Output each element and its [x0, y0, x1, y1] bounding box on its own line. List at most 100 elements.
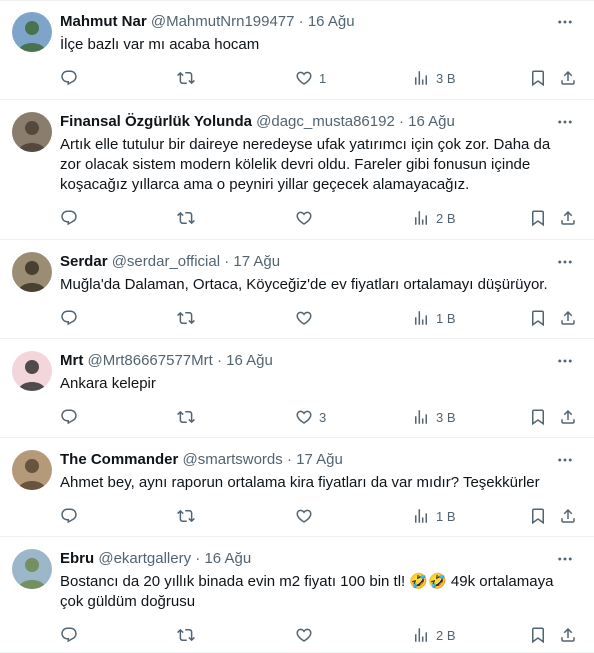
tweet-header: Finansal Özgürlük Yolunda @dagc_musta861… [60, 112, 554, 132]
views-icon [412, 209, 430, 227]
timestamp[interactable]: 17 Ağu [233, 253, 280, 270]
avatar[interactable] [12, 549, 52, 589]
author-handle[interactable]: @MahmutNrn199477 [151, 13, 295, 30]
tweet-header: Mrt @Mrt86667577Mrt · 16 Ağu [60, 351, 554, 371]
retweet-button[interactable] [177, 624, 195, 646]
reply-tweet[interactable]: Ebru @ekartgallery · 16 Ağu Bostancı da 2… [0, 537, 594, 653]
author-name[interactable]: Mrt [60, 352, 83, 369]
author-name[interactable]: Ebru [60, 550, 94, 567]
more-icon[interactable] [556, 550, 576, 570]
avatar[interactable] [12, 351, 52, 391]
timestamp[interactable]: 16 Ağu [226, 352, 273, 369]
like-button[interactable]: 1 [295, 67, 326, 89]
like-button[interactable]: 3 [295, 406, 326, 428]
views-icon [412, 507, 430, 525]
reply-button[interactable] [60, 624, 78, 646]
author-name[interactable]: The Commander [60, 451, 178, 468]
views-count: 3 B [436, 70, 456, 86]
bookmark-button[interactable] [529, 207, 547, 229]
views-button[interactable]: 2 B [412, 624, 456, 646]
reply-button[interactable] [60, 307, 78, 329]
bookmark-button[interactable] [529, 624, 547, 646]
reply-icon [60, 626, 78, 644]
reply-button[interactable] [60, 67, 78, 89]
views-button[interactable]: 3 B [412, 406, 456, 428]
more-icon[interactable] [556, 451, 576, 471]
reply-icon [60, 69, 78, 87]
timestamp[interactable]: 16 Ağu [204, 550, 251, 567]
more-icon[interactable] [556, 13, 576, 33]
share-icon [559, 69, 577, 87]
views-button[interactable]: 1 B [412, 307, 456, 329]
reply-icon [60, 408, 78, 426]
retweet-button[interactable] [177, 307, 195, 329]
avatar[interactable] [12, 12, 52, 52]
avatar[interactable] [12, 252, 52, 292]
views-button[interactable]: 2 B [412, 207, 456, 229]
reply-tweet[interactable]: Finansal Özgürlük Yolunda @dagc_musta861… [0, 100, 594, 240]
views-icon [412, 309, 430, 327]
views-button[interactable]: 1 B [412, 505, 456, 527]
retweet-button[interactable] [177, 406, 195, 428]
more-icon[interactable] [556, 253, 576, 273]
tweet-text: Bostancı da 20 yıllık binada evin m2 fiy… [60, 573, 554, 610]
reply-button[interactable] [60, 505, 78, 527]
share-button[interactable] [559, 406, 577, 428]
views-icon [412, 626, 430, 644]
like-count: 3 [319, 409, 327, 425]
separator-dot: · [286, 451, 292, 468]
reply-tweet[interactable]: Serdar @serdar_official · 17 Ağu Muğla'da… [0, 240, 594, 339]
author-handle[interactable]: @serdar_official [112, 253, 220, 270]
action-bar: 1 B [0, 505, 594, 527]
timestamp[interactable]: 16 Ağu [308, 13, 355, 30]
author-name[interactable]: Finansal Özgürlük Yolunda [60, 113, 252, 130]
bookmark-button[interactable] [529, 67, 547, 89]
reply-tweet[interactable]: Mrt @Mrt86667577Mrt · 16 Ağu Ankara kelep… [0, 339, 594, 438]
author-handle[interactable]: @smartswords [183, 451, 283, 468]
bookmark-icon [529, 507, 547, 525]
bookmark-button[interactable] [529, 406, 547, 428]
share-button[interactable] [559, 207, 577, 229]
author-handle[interactable]: @dagc_musta86192 [256, 113, 395, 130]
retweet-button[interactable] [177, 67, 195, 89]
like-button[interactable] [295, 624, 313, 646]
timestamp[interactable]: 17 Ağu [296, 451, 343, 468]
tweet-header: The Commander @smartswords · 17 Ağu [60, 450, 554, 470]
tweet-header: Mahmut Nar @MahmutNrn199477 · 16 Ağu [60, 12, 554, 32]
action-bar: 2 B [0, 624, 594, 646]
timestamp[interactable]: 16 Ağu [408, 113, 455, 130]
retweet-button[interactable] [177, 207, 195, 229]
separator-dot: · [195, 550, 201, 567]
views-count: 2 B [436, 627, 456, 643]
action-bar: 2 B [0, 207, 594, 229]
bookmark-button[interactable] [529, 307, 547, 329]
author-name[interactable]: Mahmut Nar [60, 13, 147, 30]
reply-button[interactable] [60, 207, 78, 229]
share-icon [559, 309, 577, 327]
share-button[interactable] [559, 505, 577, 527]
bookmark-icon [529, 69, 547, 87]
more-icon[interactable] [556, 113, 576, 133]
heart-icon [295, 507, 313, 525]
tweet-text: İlçe bazlı var mı acaba hocam [60, 36, 260, 53]
reply-button[interactable] [60, 406, 78, 428]
share-button[interactable] [559, 67, 577, 89]
share-button[interactable] [559, 624, 577, 646]
like-button[interactable] [295, 505, 313, 527]
bookmark-button[interactable] [529, 505, 547, 527]
author-handle[interactable]: @ekartgallery [98, 550, 191, 567]
avatar[interactable] [12, 450, 52, 490]
reply-tweet[interactable]: The Commander @smartswords · 17 Ağu Ahmet… [0, 438, 594, 537]
author-handle[interactable]: @Mrt86667577Mrt [88, 352, 213, 369]
like-button[interactable] [295, 307, 313, 329]
reply-tweet[interactable]: Mahmut Nar @MahmutNrn199477 · 16 Ağu İlçe… [0, 0, 594, 100]
more-icon[interactable] [556, 352, 576, 372]
reply-icon [60, 209, 78, 227]
retweet-button[interactable] [177, 505, 195, 527]
reply-feed: Mahmut Nar @MahmutNrn199477 · 16 Ağu İlçe… [0, 0, 594, 653]
author-name[interactable]: Serdar [60, 253, 108, 270]
views-button[interactable]: 3 B [412, 67, 456, 89]
like-button[interactable] [295, 207, 313, 229]
avatar[interactable] [12, 112, 52, 152]
share-button[interactable] [559, 307, 577, 329]
